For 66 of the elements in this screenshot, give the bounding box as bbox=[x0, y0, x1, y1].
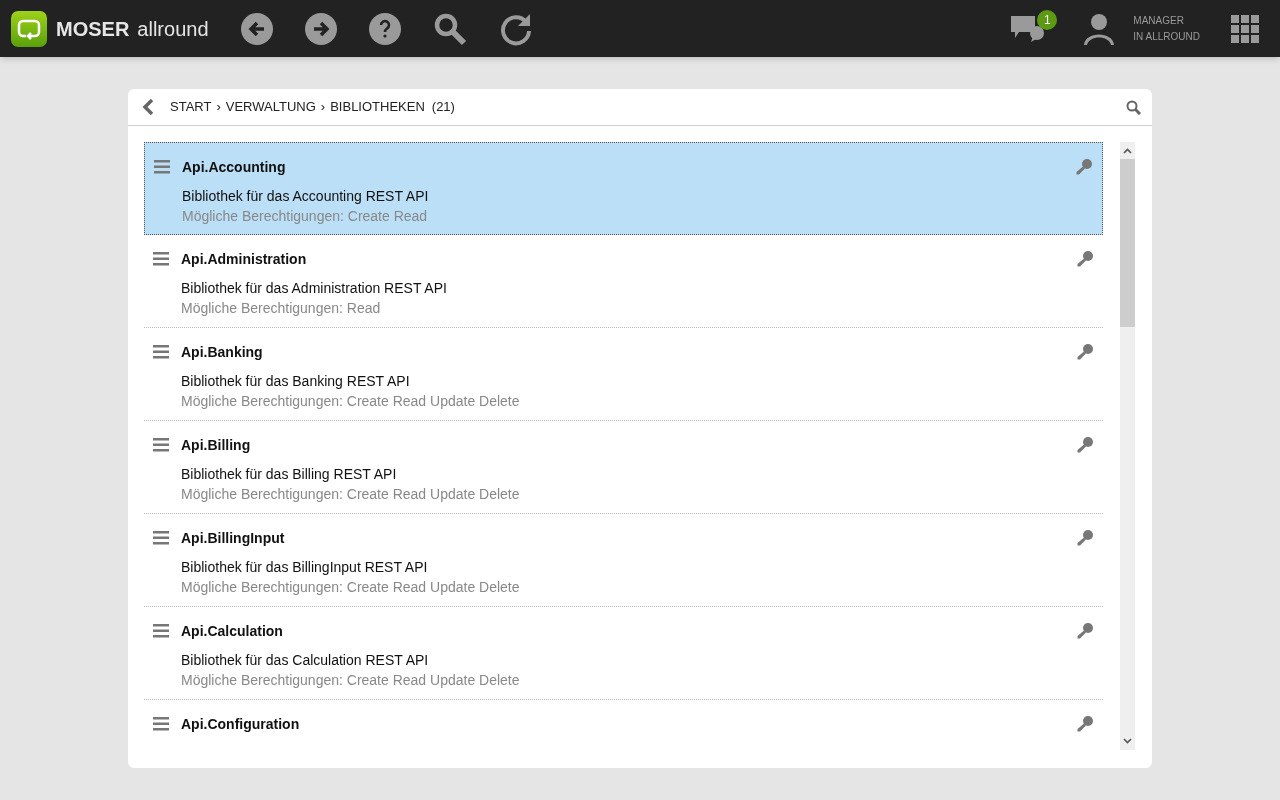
key-icon[interactable] bbox=[1076, 622, 1094, 640]
scrollbar[interactable] bbox=[1120, 142, 1135, 750]
back-chevron-icon[interactable] bbox=[142, 99, 154, 115]
key-icon[interactable] bbox=[1076, 343, 1094, 361]
library-permissions: Mögliche Berechtigungen: Create Read Update Delete bbox=[181, 392, 521, 411]
library-description: Bibliothek für das BillingInput REST API bbox=[181, 558, 429, 577]
library-description: Bibliothek für das Accounting REST API bbox=[182, 187, 430, 206]
scrollbar-thumb[interactable] bbox=[1120, 159, 1135, 327]
chat-bubbles-icon bbox=[1011, 15, 1046, 42]
library-name: Api.Configuration bbox=[181, 715, 301, 733]
key-icon[interactable] bbox=[1076, 529, 1094, 547]
breadcrumb-link[interactable]: VERWALTUNG bbox=[225, 97, 316, 117]
brand-name: MOSER bbox=[56, 16, 130, 42]
library-item[interactable]: Api.Configuration bbox=[144, 700, 1103, 750]
library-permissions: Mögliche Berechtigungen: Read bbox=[181, 299, 382, 318]
back-button[interactable] bbox=[240, 12, 273, 45]
scroll-down-icon[interactable] bbox=[1123, 738, 1132, 744]
breadcrumb-separator: › bbox=[216, 98, 221, 117]
user-role: MANAGER bbox=[1133, 13, 1185, 28]
user-scope: IN ALLROUND bbox=[1133, 29, 1200, 44]
drag-handle-icon[interactable] bbox=[153, 717, 169, 731]
library-name: Api.Banking bbox=[181, 343, 264, 361]
library-item[interactable]: Api.Billing Bibliothek für das Billing REST API Mögliche Berechtigungen: Create Read Update Delete bbox=[144, 421, 1103, 514]
item-count: (21) bbox=[431, 98, 455, 117]
drag-handle-icon[interactable] bbox=[153, 345, 169, 359]
drag-handle-icon[interactable] bbox=[153, 624, 169, 638]
library-item[interactable]: Api.Accounting Bibliothek für das Accounting REST API Mögliche Berechtigungen: Create Read bbox=[144, 142, 1103, 235]
library-item[interactable]: Api.Calculation Bibliothek für das Calculation REST API Mögliche Berechtigungen: Create Read Update Delete bbox=[144, 607, 1103, 700]
question-icon bbox=[377, 18, 392, 39]
library-permissions: Mögliche Berechtigungen: Create Read Update Delete bbox=[181, 671, 521, 690]
library-name: Api.Accounting bbox=[182, 158, 287, 176]
library-name: Api.BillingInput bbox=[181, 529, 286, 547]
library-name: Api.Calculation bbox=[181, 622, 284, 640]
product-name: allround bbox=[137, 16, 209, 42]
library-description: Bibliothek für das Administration REST API bbox=[181, 279, 448, 298]
library-permissions: Mögliche Berechtigungen: Create Read Update Delete bbox=[181, 485, 521, 504]
library-description: Bibliothek für das Billing REST API bbox=[181, 465, 398, 484]
key-icon[interactable] bbox=[1076, 715, 1094, 733]
library-permissions: Mögliche Berechtigungen: Create Read Update Delete bbox=[181, 578, 521, 597]
key-icon[interactable] bbox=[1075, 158, 1093, 176]
drag-handle-icon[interactable] bbox=[153, 531, 169, 545]
library-description: Bibliothek für das Calculation REST API bbox=[181, 651, 430, 670]
help-button[interactable] bbox=[368, 12, 401, 45]
logo-icon bbox=[11, 10, 47, 47]
library-name: Api.Administration bbox=[181, 250, 308, 268]
library-name: Api.Billing bbox=[181, 436, 252, 454]
drag-handle-icon[interactable] bbox=[154, 160, 170, 174]
apps-grid-icon[interactable] bbox=[1231, 14, 1259, 43]
library-item[interactable]: Api.Banking Bibliothek für das Banking REST API Mögliche Berechtigungen: Create Read Update Delete bbox=[144, 328, 1103, 421]
breadcrumb-link[interactable]: START bbox=[170, 97, 212, 117]
notification-badge: 1 bbox=[1037, 9, 1058, 30]
user-icon[interactable] bbox=[1083, 12, 1116, 45]
library-description: Bibliothek für das Banking REST API bbox=[181, 372, 411, 391]
library-permissions: Mögliche Berechtigungen: Create Read bbox=[182, 207, 429, 226]
library-item[interactable]: Api.BillingInput Bibliothek für das BillingInput REST API Mögliche Berechtigungen: Create Read Update Delete bbox=[144, 514, 1103, 607]
search-icon[interactable] bbox=[432, 11, 467, 46]
library-item[interactable]: Api.Administration Bibliothek für das Administration REST API Mögliche Berechtigungen: Read bbox=[144, 235, 1103, 328]
key-icon[interactable] bbox=[1076, 436, 1094, 454]
drag-handle-icon[interactable] bbox=[153, 252, 169, 266]
breadcrumb-separator: › bbox=[320, 98, 326, 117]
forward-button[interactable] bbox=[304, 12, 337, 45]
search-icon[interactable] bbox=[1126, 99, 1141, 115]
scroll-up-icon[interactable] bbox=[1123, 148, 1132, 154]
drag-handle-icon[interactable] bbox=[153, 438, 169, 452]
key-icon[interactable] bbox=[1076, 250, 1094, 268]
breadcrumb-link[interactable]: BIBLIOTHEKEN bbox=[330, 97, 425, 117]
